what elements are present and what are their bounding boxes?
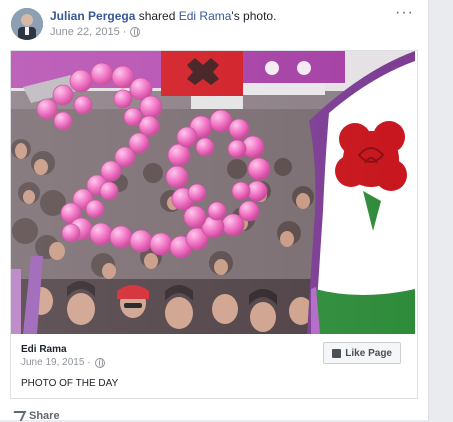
post-card: Julian Pergega shared Edi Rama's photo. … — [0, 0, 429, 422]
thumbs-up-icon — [332, 348, 342, 358]
shared-photo-meta: Edi Rama June 19, 2015 · PHOTO OF THE DA… — [10, 336, 418, 399]
like-page-label: Like Page — [345, 347, 392, 359]
photo-caption: PHOTO OF THE DAY — [21, 378, 119, 389]
shared-from-link[interactable]: Edi Rama — [179, 9, 232, 23]
page-name-link[interactable]: Edi Rama — [21, 344, 67, 355]
post-date-link[interactable]: June 22, 2015 · — [50, 26, 126, 38]
share-button[interactable]: Share — [9, 410, 60, 422]
facebook-feed: Julian Pergega shared Edi Rama's photo. … — [0, 0, 453, 422]
object-text: 's photo. — [231, 9, 277, 23]
action-text: shared — [135, 9, 179, 23]
share-label: Share — [29, 410, 60, 422]
shared-date-link[interactable]: June 19, 2015 · — [21, 357, 91, 368]
photo-image — [11, 51, 415, 334]
globe-icon — [130, 27, 141, 37]
more-options-button[interactable]: ··· — [395, 4, 414, 22]
shared-date-row: June 19, 2015 · — [21, 357, 105, 368]
avatar-image — [11, 8, 43, 40]
author-name-link[interactable]: Julian Pergega — [50, 9, 135, 23]
globe-icon — [94, 357, 105, 368]
post-subline: June 22, 2015 · — [50, 26, 141, 38]
author-avatar[interactable] — [11, 8, 43, 40]
post-header: Julian Pergega shared Edi Rama's photo. — [50, 9, 276, 23]
like-page-button[interactable]: Like Page — [323, 342, 401, 364]
shared-photo[interactable] — [11, 51, 415, 334]
